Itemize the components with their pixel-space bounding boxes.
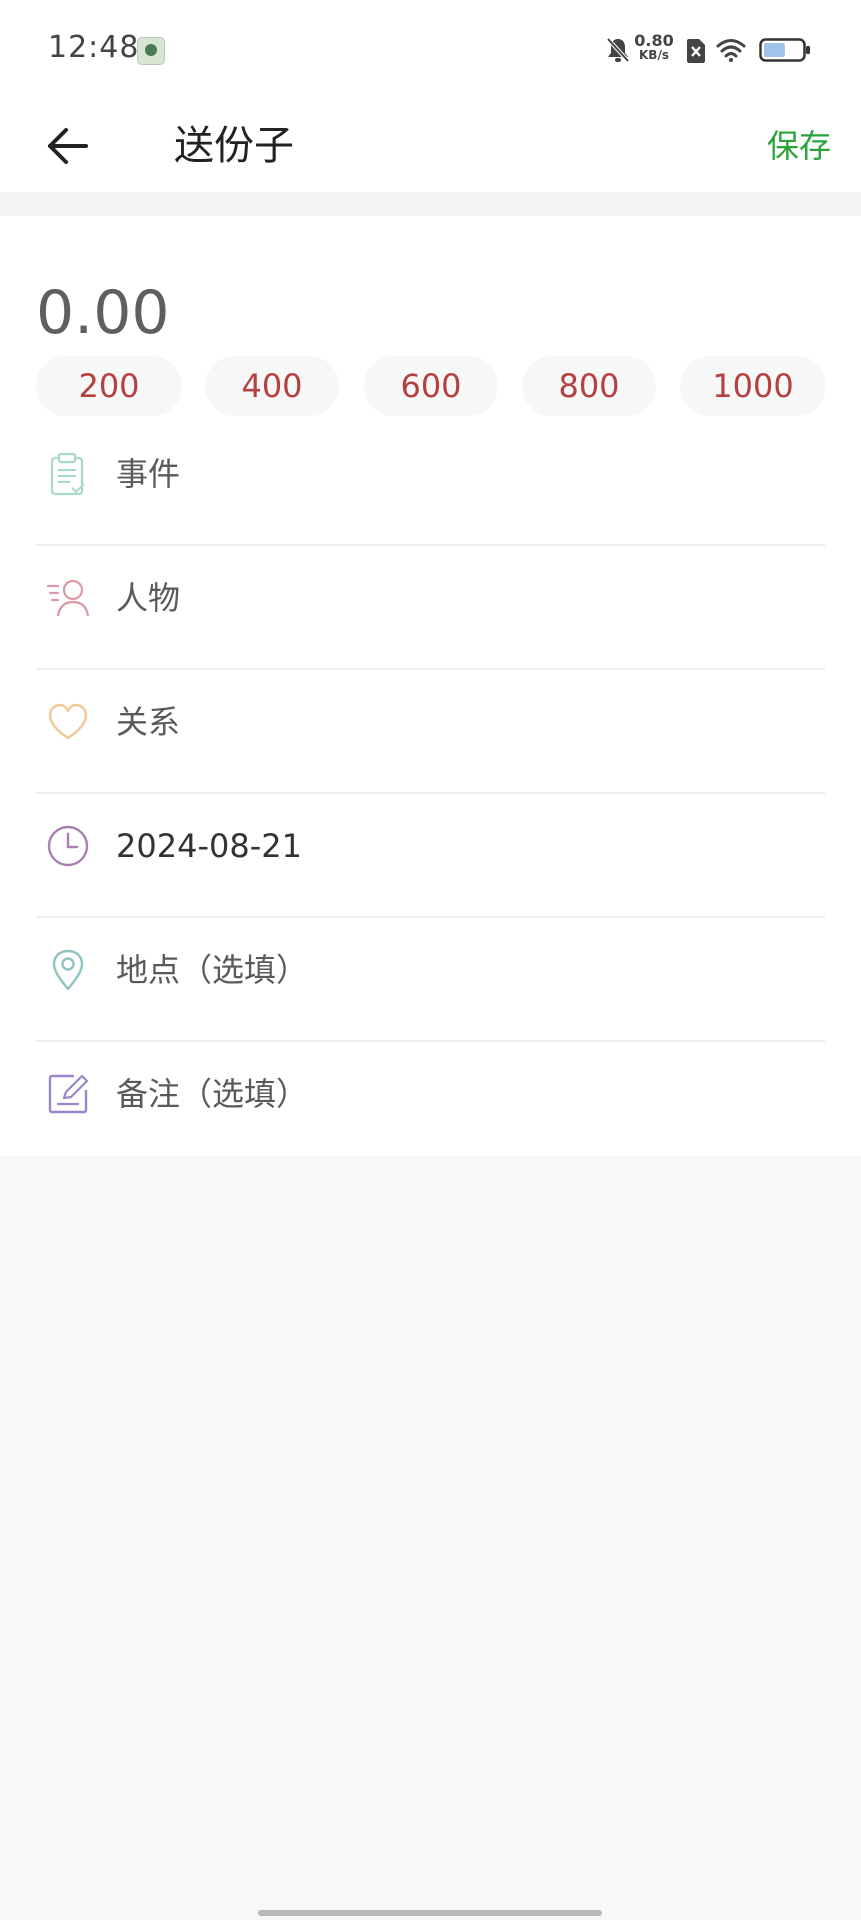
- arrow-left-icon: [48, 128, 88, 164]
- location-input: 地点（选填）: [116, 951, 309, 989]
- amount-input[interactable]: 0.00: [36, 278, 170, 348]
- person-label: 人物: [116, 579, 181, 617]
- save-button[interactable]: 保存: [767, 124, 831, 168]
- amount-chip-800[interactable]: 800: [522, 356, 656, 416]
- app-bar-divider: [0, 192, 861, 216]
- note-input: 备注（选填）: [116, 1075, 309, 1113]
- wifi-icon: [716, 39, 746, 62]
- relation-label: 关系: [116, 703, 181, 741]
- gallery-notification-icon: [137, 37, 165, 65]
- amount-chip-400[interactable]: 400: [205, 356, 339, 416]
- clock-icon: [47, 825, 89, 867]
- sim-x-icon: [687, 39, 705, 63]
- status-bar: 12:48 0.80 KB/s: [0, 0, 861, 100]
- app-bar: 送份子 保存: [0, 100, 861, 192]
- event-row[interactable]: 事件: [36, 422, 825, 546]
- event-label: 事件: [116, 455, 181, 493]
- page-title: 送份子: [174, 123, 294, 169]
- person-icon: [46, 579, 90, 617]
- network-speed-unit: KB/s: [639, 48, 669, 62]
- location-pin-icon: [52, 949, 84, 991]
- network-speed-value: 0.80: [634, 31, 674, 50]
- person-row[interactable]: 人物: [36, 546, 825, 670]
- relation-row[interactable]: 关系: [36, 670, 825, 794]
- note-row[interactable]: 备注（选填）: [36, 1042, 825, 1164]
- battery-icon: [759, 38, 810, 62]
- amount-chip-600[interactable]: 600: [364, 356, 498, 416]
- date-row[interactable]: 2024-08-21: [36, 794, 825, 918]
- home-indicator[interactable]: [258, 1910, 602, 1916]
- bell-muted-icon: [606, 37, 630, 63]
- clipboard-icon: [50, 452, 85, 496]
- amount-chip-200[interactable]: 200: [36, 356, 182, 416]
- network-speed: 0.80 KB/s: [632, 33, 676, 63]
- edit-note-icon: [48, 1074, 89, 1114]
- heart-icon: [48, 703, 88, 740]
- date-value: 2024-08-21: [116, 827, 302, 865]
- back-button[interactable]: [40, 118, 96, 174]
- amount-chip-1000[interactable]: 1000: [680, 356, 826, 416]
- form-card: 0.00 200 400 600 800 1000 事件 人物 关系 2024-…: [0, 216, 861, 1156]
- status-time: 12:48: [48, 30, 140, 65]
- location-row[interactable]: 地点（选填）: [36, 918, 825, 1042]
